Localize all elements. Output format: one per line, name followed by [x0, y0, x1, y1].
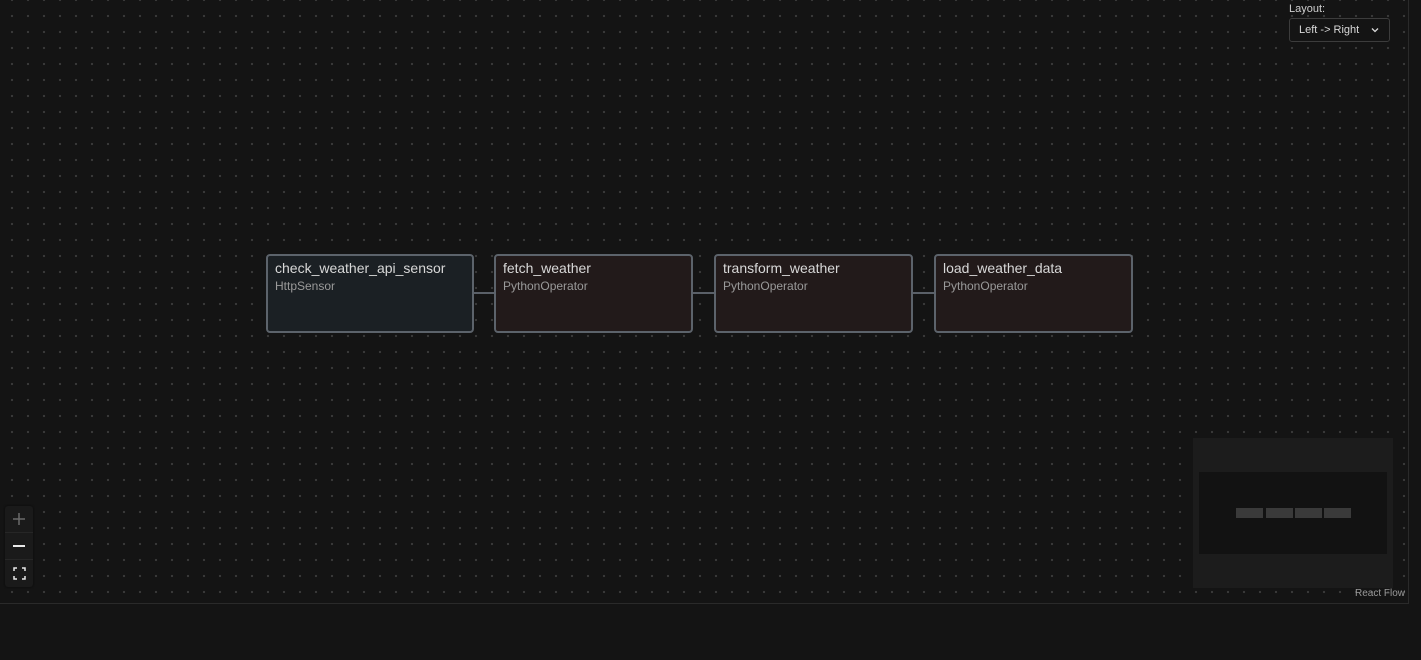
minimap[interactable]: [1193, 438, 1393, 588]
node-title: transform_weather: [723, 260, 840, 276]
edge-transform-to-load: [912, 292, 935, 294]
minimap-viewport: [1199, 472, 1387, 554]
plus-icon: [13, 513, 25, 525]
fit-view-icon: [12, 567, 26, 580]
node-title: fetch_weather: [503, 260, 591, 276]
minimap-node: [1295, 508, 1322, 518]
task-node-transform-weather[interactable]: transform_weather PythonOperator: [714, 254, 913, 333]
node-operator-type: PythonOperator: [503, 279, 588, 293]
react-flow-attribution[interactable]: React Flow: [1355, 588, 1405, 599]
minimap-node: [1236, 508, 1263, 518]
layout-select-value: Left -> Right: [1299, 24, 1360, 36]
minus-icon: [13, 545, 25, 547]
fit-view-button[interactable]: [5, 560, 33, 587]
edge-sensor-to-fetch: [473, 292, 495, 294]
zoom-controls: [5, 506, 33, 587]
layout-label: Layout:: [1289, 3, 1326, 15]
zoom-out-button[interactable]: [5, 533, 33, 560]
node-title: check_weather_api_sensor: [275, 260, 446, 276]
layout-panel: Layout: Left -> Right: [1289, 3, 1390, 42]
minimap-node: [1266, 508, 1293, 518]
zoom-in-button[interactable]: [5, 506, 33, 533]
task-node-check-weather-api-sensor[interactable]: check_weather_api_sensor HttpSensor: [266, 254, 474, 333]
task-node-load-weather-data[interactable]: load_weather_data PythonOperator: [934, 254, 1133, 333]
node-operator-type: PythonOperator: [943, 279, 1028, 293]
node-operator-type: PythonOperator: [723, 279, 808, 293]
graph-canvas[interactable]: check_weather_api_sensor HttpSensor fetc…: [0, 0, 1409, 604]
node-title: load_weather_data: [943, 260, 1063, 276]
layout-select[interactable]: Left -> Right: [1289, 18, 1390, 42]
edge-fetch-to-transform: [692, 292, 715, 294]
task-node-fetch-weather[interactable]: fetch_weather PythonOperator: [494, 254, 693, 333]
node-operator-type: HttpSensor: [275, 279, 336, 293]
minimap-node: [1324, 508, 1351, 518]
chevron-down-icon: [1371, 28, 1379, 33]
